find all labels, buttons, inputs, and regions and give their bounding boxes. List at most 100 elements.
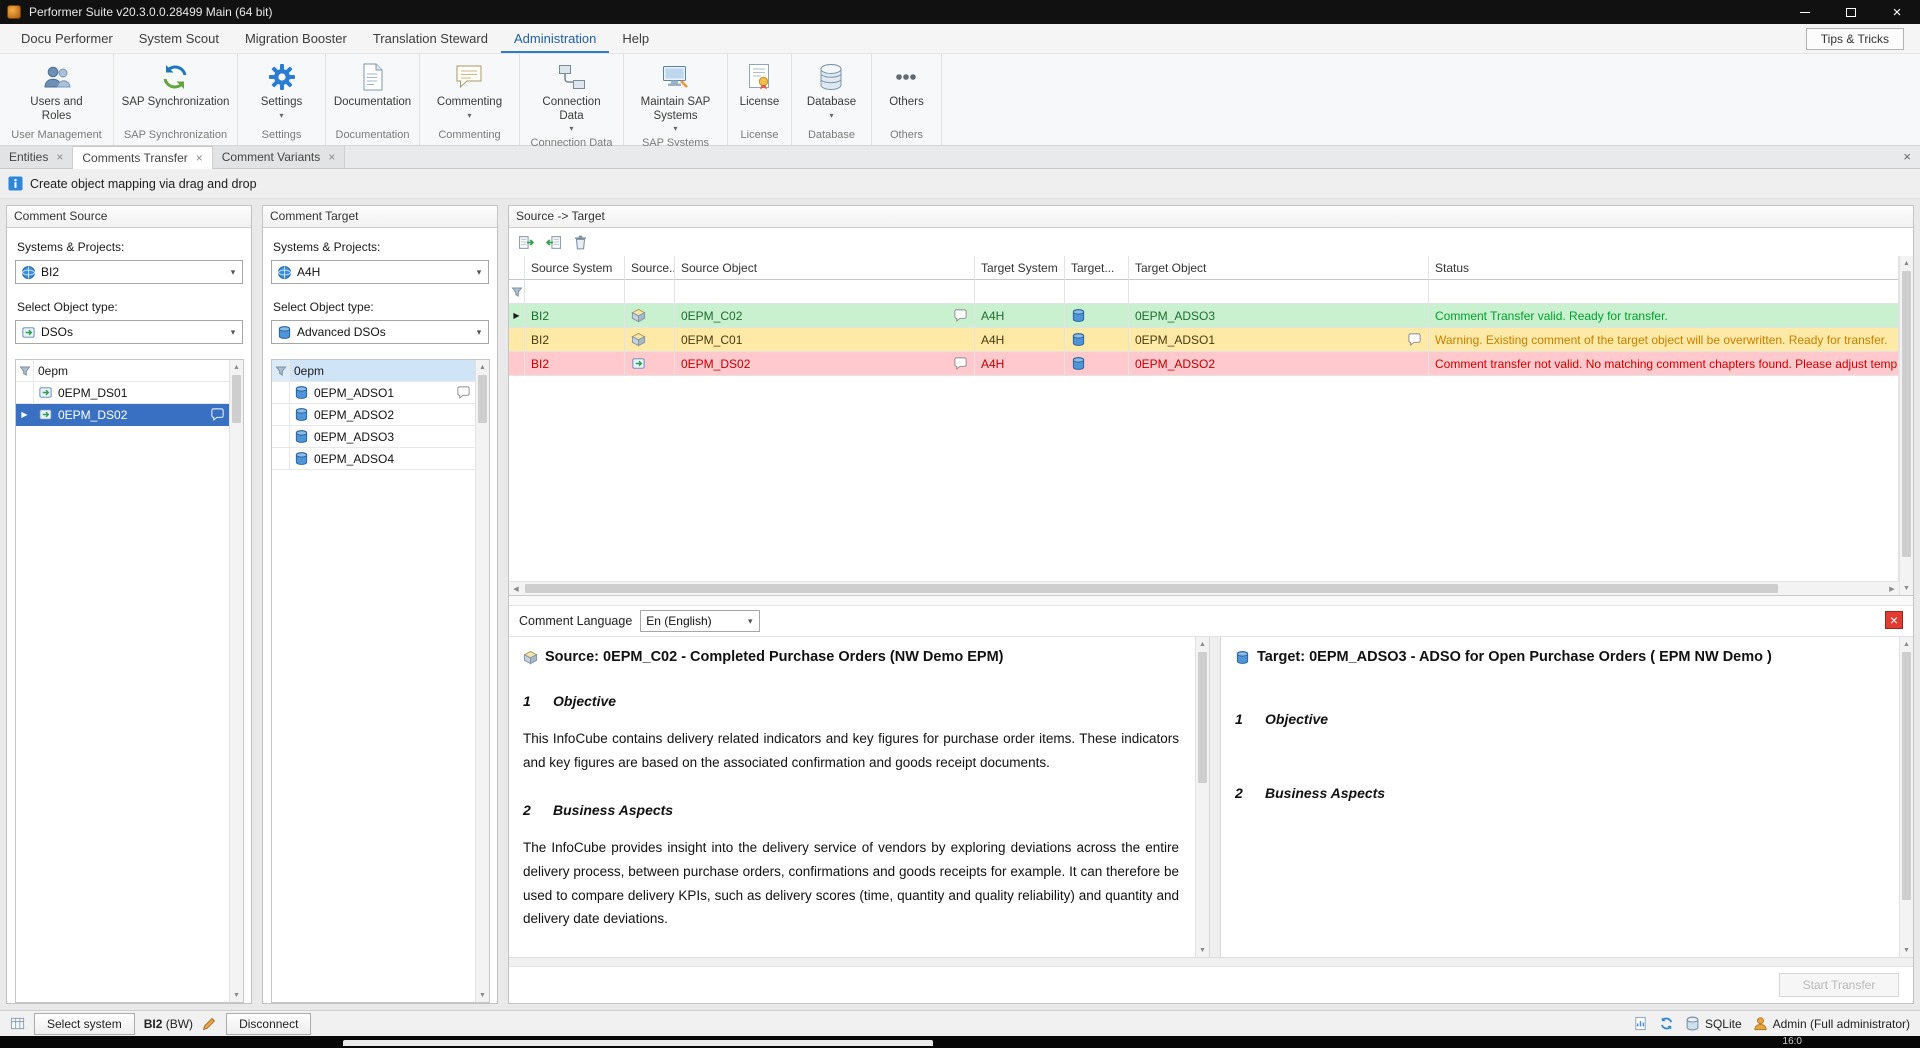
scroll-down-icon[interactable]: ▼ [1900, 581, 1913, 595]
target-object-type-combobox[interactable]: Advanced DSOs ▾ [271, 320, 489, 344]
column-header[interactable]: Target System [975, 256, 1065, 280]
chevron-down-icon: ▾ [470, 267, 488, 278]
target-system-combobox[interactable]: A4H ▾ [271, 260, 489, 284]
scroll-left-icon[interactable]: ◀ [509, 582, 523, 596]
scroll-right-icon[interactable]: ▶ [1885, 582, 1899, 596]
grid-filter-row[interactable] [509, 280, 1899, 304]
document-section: 2 Business Aspects [1235, 785, 1883, 801]
mapping-row-valid[interactable]: ▶ BI2 0EPM_C02 A4H 0EPM_ADSO3 Comment Tr… [509, 304, 1899, 328]
section-heading: 1 Objective [1235, 711, 1883, 727]
scrollbar-vertical[interactable]: ▲ ▼ [1195, 637, 1209, 957]
documentation-button[interactable]: Documentation [328, 60, 417, 112]
section-body[interactable]: This InfoCube contains delivery related … [523, 727, 1179, 774]
column-header[interactable]: Source System [525, 256, 625, 280]
scroll-down-icon[interactable]: ▼ [1900, 943, 1913, 957]
scroll-up-icon[interactable]: ▲ [1900, 637, 1913, 651]
tab-comment-variants[interactable]: Comment Variants × [213, 146, 346, 168]
tips-and-tricks-button[interactable]: Tips & Tricks [1806, 28, 1904, 50]
edit-pencil-icon[interactable] [202, 1016, 217, 1031]
expand-arrow-icon[interactable]: ▶ [21, 411, 27, 419]
column-header[interactable]: Status [1429, 256, 1899, 280]
tab-close-icon[interactable]: × [196, 152, 203, 164]
source-object-type-combobox[interactable]: DSOs ▾ [15, 320, 243, 344]
list-item[interactable]: 0EPM_ADSO1 [272, 382, 475, 404]
scrollbar-vertical[interactable]: ▲ ▼ [229, 360, 243, 1002]
scroll-thumb[interactable] [478, 375, 487, 423]
maximize-button[interactable] [1828, 0, 1874, 24]
refresh-icon[interactable] [1659, 1016, 1674, 1031]
close-all-tabs-icon[interactable]: × [1903, 150, 1911, 163]
splitter-vertical[interactable] [1209, 637, 1221, 957]
mapping-toolbar [509, 228, 1913, 256]
license-button[interactable]: License [734, 60, 786, 112]
list-item[interactable]: 0EPM_ADSO3 [272, 426, 475, 448]
menu-translation-steward[interactable]: Translation Steward [360, 24, 501, 53]
settings-button[interactable]: Settings ▾ [255, 60, 309, 122]
scroll-down-icon[interactable]: ▼ [230, 988, 243, 1002]
select-system-button[interactable]: Select system [34, 1013, 135, 1035]
ribbon-group-user-management: Users and Roles User Management [0, 54, 114, 145]
column-header[interactable]: Target Object [1129, 256, 1429, 280]
tab-comments-transfer[interactable]: Comments Transfer × [73, 146, 212, 169]
tab-close-icon[interactable]: × [56, 151, 63, 163]
filter-row[interactable]: 0epm [16, 360, 229, 382]
close-preview-button[interactable]: × [1885, 611, 1903, 629]
mapping-row-error[interactable]: BI2 0EPM_DS02 A4H 0EPM_ADSO2 Comment tra… [509, 352, 1899, 376]
maintain-sap-systems-button[interactable]: Maintain SAP Systems ▾ [630, 60, 722, 135]
commenting-button[interactable]: Commenting ▾ [431, 60, 508, 122]
column-header[interactable]: Source... [625, 256, 675, 280]
scrollbar-vertical[interactable]: ▲ ▼ [475, 360, 489, 1002]
scroll-thumb[interactable] [525, 584, 1778, 593]
start-transfer-button[interactable]: Start Transfer [1779, 973, 1899, 997]
windows-taskbar[interactable]: 16:0 [0, 1036, 1920, 1048]
column-header[interactable]: Source Object [675, 256, 975, 280]
scrollbar-vertical[interactable]: ▲ ▼ [1899, 637, 1913, 957]
mapping-row-warning[interactable]: BI2 0EPM_C01 A4H 0EPM_ADSO1 Warning. Exi… [509, 328, 1899, 352]
database-button[interactable]: Database ▾ [801, 60, 862, 122]
list-item-selected[interactable]: ▶ 0EPM_DS02 [16, 404, 229, 426]
scroll-up-icon[interactable]: ▲ [230, 360, 243, 374]
scroll-down-icon[interactable]: ▼ [1196, 943, 1209, 957]
source-system-combobox[interactable]: BI2 ▾ [15, 260, 243, 284]
scrollbar-vertical[interactable]: ▲ ▼ [1899, 256, 1913, 595]
scroll-up-icon[interactable]: ▲ [476, 360, 489, 374]
transfer-out-icon[interactable] [545, 234, 562, 251]
list-item[interactable]: 0EPM_DS01 [16, 382, 229, 404]
scroll-thumb[interactable] [1198, 652, 1207, 783]
scroll-up-icon[interactable]: ▲ [1900, 256, 1913, 270]
splitter-horizontal[interactable] [509, 596, 1913, 606]
menu-migration-booster[interactable]: Migration Booster [232, 24, 360, 53]
expand-arrow-icon[interactable]: ▶ [513, 312, 519, 320]
section-body[interactable]: The InfoCube provides insight into the d… [523, 836, 1179, 931]
delete-mapping-icon[interactable] [572, 234, 589, 251]
column-header[interactable]: Target... [1065, 256, 1129, 280]
disconnect-button[interactable]: Disconnect [226, 1013, 311, 1035]
list-item[interactable]: 0EPM_ADSO2 [272, 404, 475, 426]
menu-docu-performer[interactable]: Docu Performer [8, 24, 126, 53]
minimize-button[interactable] [1782, 0, 1828, 24]
scrollbar-horizontal[interactable]: ◀ ▶ [509, 581, 1899, 595]
scroll-thumb[interactable] [1902, 652, 1911, 900]
connection-data-button[interactable]: Connection Data ▾ [530, 60, 614, 135]
list-item[interactable]: 0EPM_ADSO4 [272, 448, 475, 470]
transfer-in-icon[interactable] [518, 234, 535, 251]
ribbon-group-others: Others Others [872, 54, 942, 145]
scroll-down-icon[interactable]: ▼ [476, 988, 489, 1002]
menu-administration[interactable]: Administration [501, 24, 609, 53]
scroll-thumb[interactable] [232, 375, 241, 423]
users-and-roles-button[interactable]: Users and Roles [18, 60, 96, 125]
sap-synchronization-button[interactable]: SAP Synchronization [116, 60, 236, 112]
splitter-horizontal[interactable] [509, 957, 1913, 967]
connected-system: BI2 (BW) [144, 1017, 193, 1031]
comment-language-combobox[interactable]: En (English) ▾ [640, 610, 760, 632]
report-icon[interactable] [1633, 1016, 1648, 1031]
menu-system-scout[interactable]: System Scout [126, 24, 232, 53]
close-window-button[interactable]: × [1874, 0, 1920, 24]
tab-close-icon[interactable]: × [328, 151, 335, 163]
tab-entities[interactable]: Entities × [0, 146, 73, 168]
scroll-up-icon[interactable]: ▲ [1196, 637, 1209, 651]
filter-row[interactable]: 0epm [272, 360, 475, 382]
menu-help[interactable]: Help [609, 24, 662, 53]
others-button[interactable]: Others [883, 60, 930, 112]
scroll-thumb[interactable] [1902, 271, 1911, 557]
